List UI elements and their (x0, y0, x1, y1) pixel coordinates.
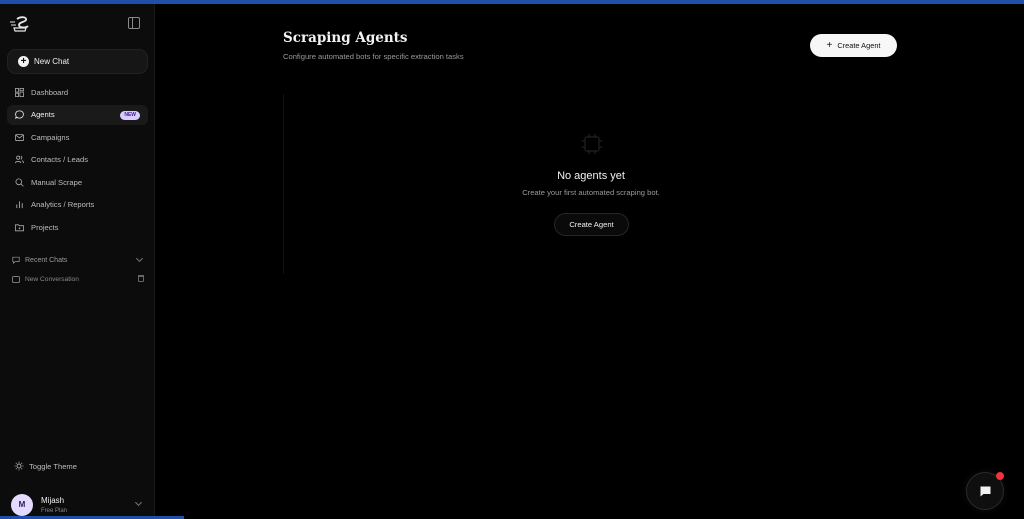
notification-dot (996, 472, 1004, 480)
sidebar-item-label: Dashboard (31, 87, 69, 97)
new-chat-label: New Chat (34, 57, 70, 66)
sidebar-item-label: Manual Scrape (31, 177, 83, 187)
sidebar: + New Chat Dashboard Agents NEW Campaign… (0, 4, 184, 519)
app-logo[interactable] (9, 16, 31, 32)
chat-bubble-icon (15, 110, 24, 120)
search-icon (15, 178, 24, 187)
chevron-down-icon[interactable] (135, 254, 144, 263)
chat-icon (12, 275, 20, 283)
empty-state-create-agent-button[interactable]: Create Agent (554, 213, 629, 236)
main-content: Scraping Agents Configure automated bots… (156, 4, 1024, 519)
sidebar-item-label: Contacts / Leads (31, 155, 88, 165)
bar-chart-icon (16, 201, 23, 209)
trash-icon[interactable] (138, 275, 144, 282)
bot-icon (582, 134, 602, 154)
new-chat-button[interactable]: + New Chat (7, 49, 148, 74)
sun-icon (14, 461, 24, 471)
chevron-down-icon[interactable] (134, 498, 143, 507)
sidebar-item-analytics-reports[interactable]: Analytics / Reports (7, 195, 148, 215)
recent-chats-label: Recent Chats (25, 256, 68, 264)
message-icon (980, 486, 991, 497)
sidebar-item-campaigns[interactable]: Campaigns (7, 127, 148, 147)
user-profile-menu[interactable]: M Mijash Free Plan (11, 494, 144, 518)
page-subtitle: Configure automated bots for specific ex… (283, 52, 464, 61)
grid-icon (15, 87, 24, 97)
sidebar-item-label: Projects (31, 223, 59, 233)
page-title: Scraping Agents (283, 30, 408, 46)
toggle-theme-label: Toggle Theme (29, 461, 77, 471)
empty-state-description: Create your first automated scraping bot… (522, 188, 660, 197)
recent-chat-item[interactable]: New Conversation (12, 273, 144, 285)
plus-icon: + (826, 39, 833, 51)
create-agent-button[interactable]: + Create Agent (810, 34, 897, 57)
empty-state-title: No agents yet (557, 170, 625, 182)
sidebar-item-label: Agents (31, 110, 55, 120)
sidebar-item-label: Analytics / Reports (31, 200, 95, 210)
recent-chat-label: New Conversation (25, 275, 79, 283)
create-agent-label: Create Agent (837, 41, 881, 50)
empty-state: No agents yet Create your first automate… (283, 94, 897, 274)
toggle-theme-button[interactable]: Toggle Theme (14, 461, 77, 471)
folder-icon (15, 224, 24, 232)
new-badge: NEW (120, 110, 140, 120)
sidebar-collapse-icon[interactable] (128, 17, 140, 29)
user-name: Mijash (41, 496, 65, 505)
sidebar-item-contacts-leads[interactable]: Contacts / Leads (7, 150, 148, 170)
sidebar-item-label: Campaigns (31, 132, 70, 142)
sidebar-item-agents[interactable]: Agents NEW (7, 104, 148, 125)
users-icon (15, 155, 24, 164)
sidebar-item-manual-scrape[interactable]: Manual Scrape (7, 172, 148, 192)
recent-chats-header[interactable]: Recent Chats (12, 254, 144, 266)
sidebar-item-dashboard[interactable]: Dashboard (7, 82, 148, 102)
sidebar-item-projects[interactable]: Projects (7, 218, 148, 238)
avatar: M (11, 494, 33, 516)
chat-icon (12, 256, 20, 264)
user-plan: Free Plan (41, 508, 68, 514)
sidebar-nav: Dashboard Agents NEW Campaigns Contacts … (7, 82, 148, 240)
mail-icon (15, 133, 24, 141)
plus-icon: + (18, 56, 29, 67)
